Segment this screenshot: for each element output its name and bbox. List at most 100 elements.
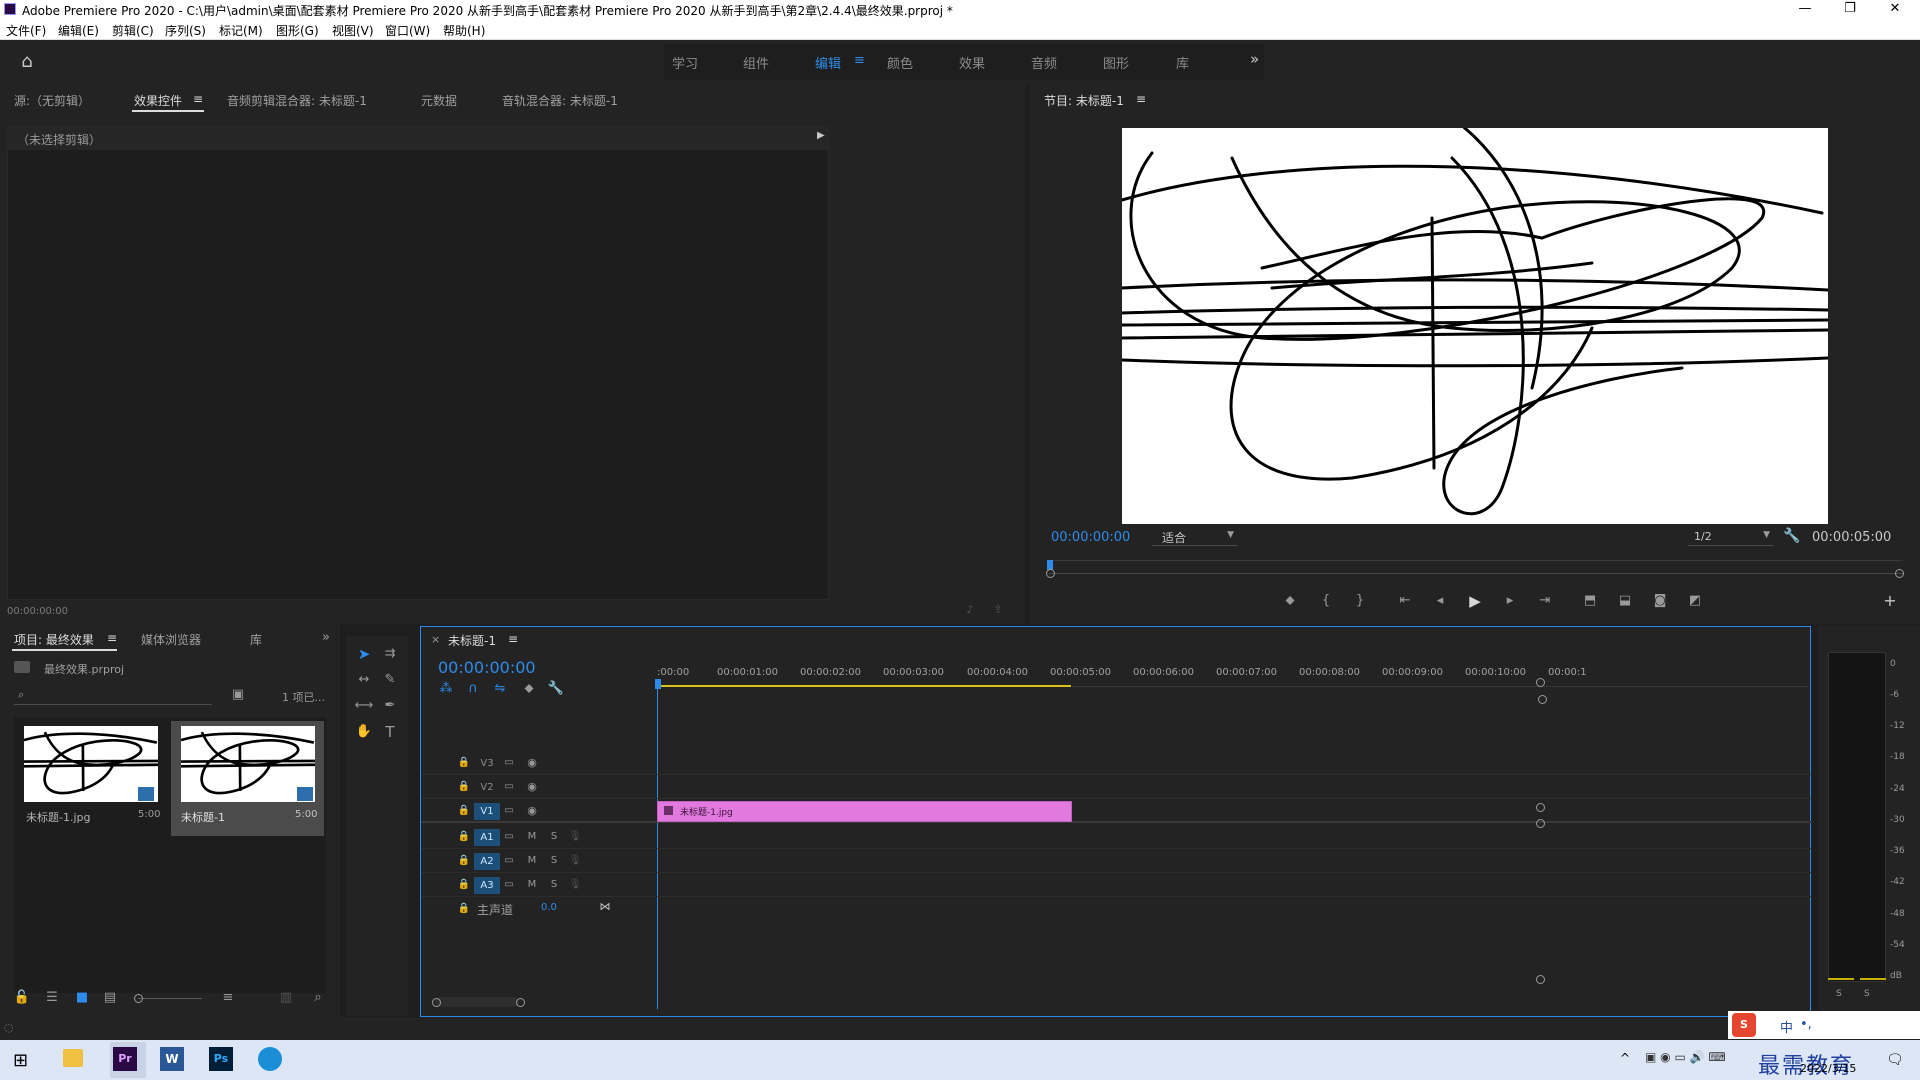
track-label-a3[interactable]: A3 xyxy=(474,877,500,894)
mark-out-icon[interactable]: } xyxy=(1350,591,1370,611)
ripple-edit-tool-icon[interactable]: ↔ xyxy=(354,670,374,690)
menu-clip[interactable]: 剪辑(C) xyxy=(112,22,154,39)
solo-button[interactable]: S xyxy=(546,827,562,847)
premiere-taskbar-icon[interactable]: Pr xyxy=(113,1047,137,1071)
edge-taskbar-icon[interactable] xyxy=(258,1047,282,1071)
ime-punctuation[interactable]: •, xyxy=(1800,1017,1812,1032)
photoshop-taskbar-icon[interactable]: Ps xyxy=(209,1047,233,1071)
track-label-v2[interactable]: V2 xyxy=(474,779,500,796)
settings-wrench-icon[interactable]: 🔧 xyxy=(1782,526,1802,546)
slip-tool-icon[interactable]: ⟷ xyxy=(354,696,374,716)
export-frame-icon[interactable]: ◙ xyxy=(1650,591,1670,611)
hand-tool-icon[interactable]: ✋ xyxy=(354,722,374,742)
selection-tool-icon[interactable]: ➤ xyxy=(354,644,374,664)
master-volume-value[interactable]: 0.0 xyxy=(541,902,557,913)
add-marker-icon[interactable]: ⬥ xyxy=(519,679,539,699)
project-item[interactable]: 未标题-1.jpg 5:00 xyxy=(20,721,162,836)
extract-icon[interactable]: ⬓ xyxy=(1615,591,1635,611)
tab-metadata[interactable]: 元数据 xyxy=(421,92,457,109)
notification-icon[interactable]: 🗨 xyxy=(1886,1052,1904,1068)
menu-help[interactable]: 帮助(H) xyxy=(443,22,485,39)
workspace-libraries[interactable]: 库 xyxy=(1176,53,1189,72)
tab-media-browser[interactable]: 媒体浏览器 xyxy=(141,631,201,648)
linked-selection-icon[interactable]: ⇋ xyxy=(490,679,510,699)
vertical-scroll-audio[interactable] xyxy=(1536,819,1545,828)
sogou-icon[interactable]: S xyxy=(1732,1013,1756,1037)
project-menu-icon[interactable]: ≡ xyxy=(107,631,117,645)
time-ruler[interactable]: :00:00 00:00:01:00 00:00:02:00 00:00:03:… xyxy=(655,663,1807,689)
workspace-color[interactable]: 颜色 xyxy=(887,53,913,72)
restore-button[interactable]: ❐ xyxy=(1830,0,1870,18)
track-select-tool-icon[interactable]: ⇉ xyxy=(380,644,400,664)
automate-icon[interactable]: ▥ xyxy=(276,988,296,1008)
lift-icon[interactable]: ⬒ xyxy=(1580,591,1600,611)
lock-icon[interactable]: 🔒 xyxy=(457,777,471,797)
step-back-icon[interactable]: ◂ xyxy=(1430,591,1450,611)
type-tool-icon[interactable]: T xyxy=(380,722,400,742)
find-icon[interactable]: ⌕ xyxy=(308,988,328,1008)
snap-icon[interactable]: ∩ xyxy=(463,679,483,699)
toggle-sync-icon[interactable]: ▭ xyxy=(501,875,517,895)
minimize-button[interactable]: — xyxy=(1785,0,1825,18)
sequence-menu-icon[interactable]: ≡ xyxy=(508,632,518,646)
lock-icon[interactable]: 🔒 xyxy=(457,899,471,919)
export-icon[interactable]: ⇪ xyxy=(988,600,1008,620)
toggle-sync-icon[interactable]: ▭ xyxy=(501,851,517,871)
track-label-a1[interactable]: A1 xyxy=(474,829,500,846)
workspace-assembly[interactable]: 组件 xyxy=(743,53,769,72)
pen-tool-icon[interactable]: ✒ xyxy=(380,696,400,716)
project-item-selected[interactable]: 未标题-1 5:00 xyxy=(171,721,324,836)
timeline-settings-icon[interactable]: 🔧 xyxy=(546,679,566,699)
tray-expand-icon[interactable]: ^ xyxy=(1620,1051,1630,1065)
freeform-view-icon[interactable]: ▤ xyxy=(100,988,120,1008)
workspace-effects[interactable]: 效果 xyxy=(959,53,985,72)
zoom-slider[interactable] xyxy=(138,998,202,999)
expand-arrow-icon[interactable]: ▶ xyxy=(817,130,825,141)
lock-icon[interactable]: 🔒 xyxy=(457,753,471,773)
vertical-scroll-mid[interactable] xyxy=(1536,803,1545,812)
meter-solo-right[interactable]: S xyxy=(1864,989,1870,999)
mute-button[interactable]: M xyxy=(524,851,540,871)
vertical-scroll-top[interactable] xyxy=(1536,678,1545,687)
timeline-timecode[interactable]: 00:00:00:00 xyxy=(438,658,536,677)
microphone-icon[interactable]: 🎙 xyxy=(567,851,583,871)
add-button-icon[interactable]: + xyxy=(1880,591,1900,611)
meter-solo-left[interactable]: S xyxy=(1836,989,1842,999)
menu-window[interactable]: 窗口(W) xyxy=(385,22,430,39)
play-icon[interactable]: ▶ xyxy=(1465,591,1485,611)
workspace-more-icon[interactable]: » xyxy=(1250,50,1259,68)
close-sequence-icon[interactable]: × xyxy=(431,633,440,646)
tab-effect-controls[interactable]: 效果控件 xyxy=(134,92,182,109)
program-title[interactable]: 节目: 未标题-1 xyxy=(1044,92,1124,109)
sort-icon[interactable]: ≡ xyxy=(218,988,238,1008)
eye-icon[interactable]: ◉ xyxy=(524,801,540,821)
program-video-frame[interactable] xyxy=(1122,128,1828,524)
eye-icon[interactable]: ◉ xyxy=(524,777,540,797)
track-label-a2[interactable]: A2 xyxy=(474,853,500,870)
track-label-v1[interactable]: V1 xyxy=(474,803,500,820)
solo-button[interactable]: S xyxy=(546,875,562,895)
playhead-marker[interactable] xyxy=(655,679,661,689)
project-search-input[interactable]: ⌕ xyxy=(14,687,212,705)
vertical-scroll-bottom[interactable] xyxy=(1536,975,1545,984)
audio-toggle-icon[interactable]: ♪ xyxy=(960,600,980,620)
windows-start-icon[interactable]: ⊞ xyxy=(13,1050,28,1071)
compare-view-icon[interactable]: ◩ xyxy=(1685,591,1705,611)
vertical-scroll-handle[interactable] xyxy=(1538,695,1547,704)
new-bin-icon[interactable]: ▣ xyxy=(228,685,248,705)
zoom-slider-handle[interactable] xyxy=(134,994,143,1003)
menu-sequence[interactable]: 序列(S) xyxy=(165,22,206,39)
tab-project[interactable]: 项目: 最终效果 xyxy=(14,631,94,648)
mark-in-icon[interactable]: { xyxy=(1316,591,1336,611)
work-area-bar[interactable] xyxy=(657,685,1071,687)
lock-icon[interactable]: 🔒 xyxy=(457,875,471,895)
zoom-handle-left[interactable] xyxy=(1046,569,1055,578)
menu-marker[interactable]: 标记(M) xyxy=(219,22,263,39)
tab-libraries[interactable]: 库 xyxy=(250,631,262,648)
insert-nest-icon[interactable]: ⁂ xyxy=(436,679,456,699)
menu-edit[interactable]: 编辑(E) xyxy=(58,22,99,39)
menu-graphics[interactable]: 图形(G) xyxy=(276,22,319,39)
eye-icon[interactable]: ◉ xyxy=(524,753,540,773)
scroll-handle-right[interactable] xyxy=(516,998,525,1007)
toggle-sync-icon[interactable]: ▭ xyxy=(501,777,517,797)
